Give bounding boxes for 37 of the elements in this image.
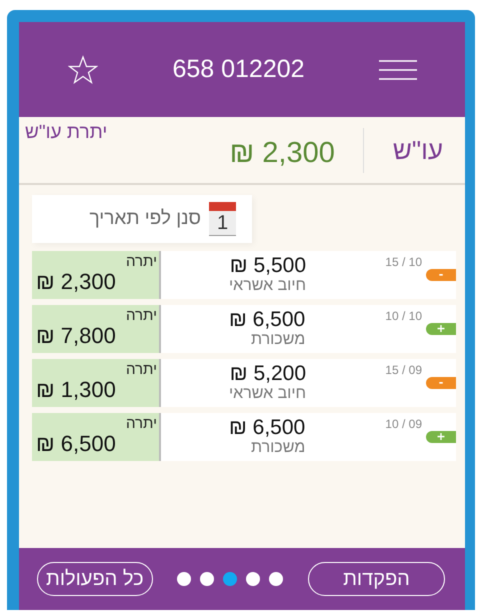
- credit-badge: +: [426, 323, 456, 335]
- transaction-amount: ₪ 5,200: [230, 363, 306, 385]
- transaction-date: 10 / 09: [385, 417, 422, 433]
- credit-badge: +: [426, 431, 456, 443]
- debit-badge: -: [426, 377, 456, 389]
- transaction-amount: ₪ 6,500: [229, 309, 306, 331]
- balance-caption: יתרת עו"ש: [25, 122, 108, 144]
- deposits-button[interactable]: הפקדות: [308, 562, 445, 596]
- balance-value: ₪ 1,300: [36, 378, 116, 402]
- star-icon[interactable]: [68, 54, 98, 84]
- balance-value: ₪ 6,500: [36, 432, 116, 456]
- balance-label: יתרה: [126, 361, 157, 378]
- transaction-date: 10 / 10: [385, 309, 422, 325]
- transaction-description: משכורת: [251, 331, 306, 348]
- page-dot[interactable]: [246, 572, 260, 586]
- balance-label: יתרה: [126, 253, 157, 270]
- account-number: 658 012202: [172, 55, 305, 84]
- page-dot[interactable]: [223, 572, 238, 586]
- page-dot[interactable]: [177, 572, 192, 586]
- debit-badge: -: [426, 269, 456, 281]
- balance-value: ₪ 7,800: [36, 324, 116, 348]
- all-actions-button[interactable]: כל הפעולות: [37, 562, 153, 596]
- transaction-date: 15 / 09: [385, 363, 422, 379]
- transaction-description: משכורת: [251, 439, 306, 456]
- transaction-description: חיוב אשראי: [229, 277, 306, 294]
- balance-value: ₪ 2,300: [36, 270, 116, 294]
- transaction-date: 15 / 10: [385, 255, 422, 271]
- transaction-description: חיוב אשראי: [229, 385, 306, 402]
- transaction-amount: ₪ 6,500: [229, 417, 306, 439]
- page-dot[interactable]: [269, 572, 284, 586]
- balance-amount: ₪ 2,300: [230, 136, 335, 170]
- transaction-amount: ₪ 5,500: [230, 255, 306, 277]
- page-dot[interactable]: [200, 572, 214, 586]
- account-type-label: עו"ש: [392, 134, 443, 166]
- balance-label: יתרה: [126, 307, 157, 324]
- balance-label: יתרה: [126, 415, 157, 432]
- menu-icon[interactable]: [379, 58, 417, 80]
